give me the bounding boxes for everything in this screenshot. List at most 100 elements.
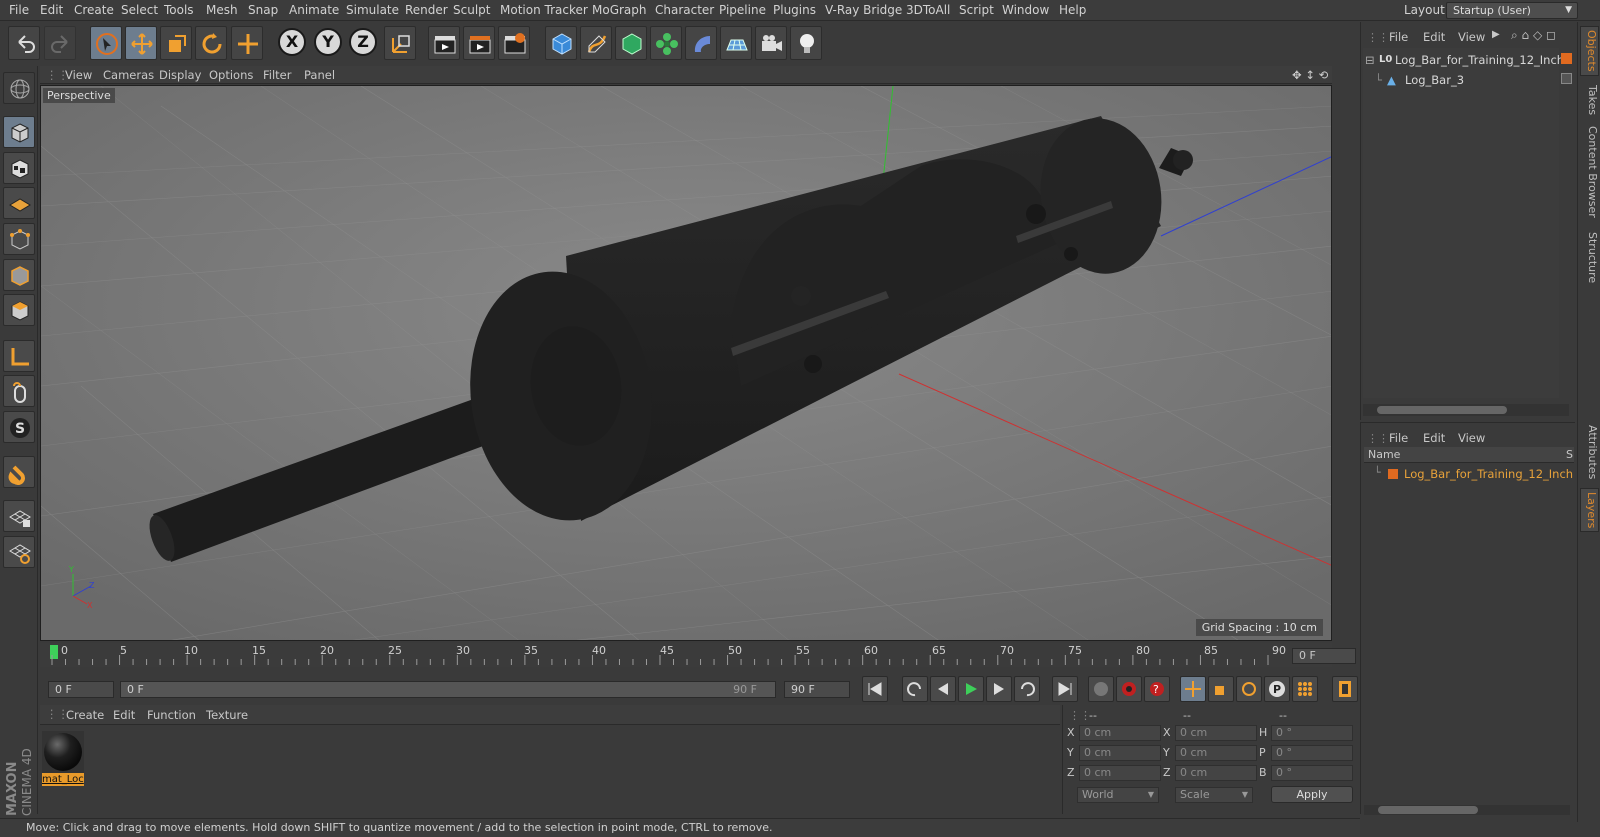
size-mode-select[interactable]: Scale ▼: [1175, 787, 1253, 803]
render-view-button[interactable]: [428, 26, 460, 60]
menu-sculpt[interactable]: Sculpt: [453, 3, 490, 17]
key-pla-button[interactable]: [1292, 676, 1318, 702]
material-swatch[interactable]: mat_Loc: [42, 731, 84, 787]
workplane-mode-button[interactable]: [3, 187, 35, 219]
viewport-camera-label[interactable]: Perspective: [43, 88, 115, 103]
menu-simulate[interactable]: Simulate: [346, 3, 399, 17]
size-x-field[interactable]: 0 cm: [1175, 725, 1257, 741]
cloner-button[interactable]: [650, 26, 682, 60]
previous-key-button[interactable]: [902, 676, 928, 702]
rotate-tool-button[interactable]: [195, 26, 227, 60]
material-menu-function[interactable]: Function: [147, 708, 196, 722]
tab-takes[interactable]: Takes: [1580, 82, 1599, 118]
drag-handle-icon[interactable]: ⋮⋮: [1069, 709, 1091, 722]
chevron-right-icon[interactable]: ▶: [1492, 29, 1500, 40]
scrollbar-thumb[interactable]: [1377, 406, 1507, 414]
layout-select[interactable]: Startup (User) ▼: [1446, 2, 1578, 19]
coordinate-system-button[interactable]: [384, 26, 416, 60]
planar-workplane-button[interactable]: [3, 536, 35, 568]
object-row[interactable]: └ ▲ Log_Bar_3: [1363, 70, 1559, 90]
object-row[interactable]: ⊟ L0 Log_Bar_for_Training_12_Inch: [1363, 50, 1564, 70]
edges-mode-button[interactable]: [3, 259, 35, 291]
pos-y-field[interactable]: 0 cm: [1079, 745, 1161, 761]
timeline-layout-button[interactable]: [1332, 676, 1358, 702]
snap-button[interactable]: [3, 456, 35, 488]
pen-spline-button[interactable]: [580, 26, 612, 60]
viewport-menu-view[interactable]: View: [65, 68, 92, 82]
menu-help[interactable]: Help: [1059, 3, 1086, 17]
menu-character[interactable]: Character: [655, 3, 714, 17]
layer-color-swatch[interactable]: [1388, 469, 1398, 479]
viewport-menu-panel[interactable]: Panel: [304, 68, 335, 82]
menu-mesh[interactable]: Mesh: [206, 3, 238, 17]
menu-snap[interactable]: Snap: [248, 3, 278, 17]
drag-handle-icon[interactable]: ⋮⋮: [1367, 432, 1389, 445]
viewport-menu-filter[interactable]: Filter: [263, 68, 291, 82]
texture-mode-button[interactable]: [3, 152, 35, 184]
menu-render[interactable]: Render: [405, 3, 448, 17]
pos-x-field[interactable]: 0 cm: [1079, 725, 1161, 741]
menu-plugins[interactable]: Plugins: [773, 3, 816, 17]
menu-tools[interactable]: Tools: [164, 3, 194, 17]
coordinate-mode-select[interactable]: World ▼: [1077, 787, 1159, 803]
collapse-icon[interactable]: ⊟: [1365, 50, 1375, 70]
menu-vray-bridge[interactable]: V-Ray Bridge: [825, 3, 902, 17]
layer-scrollbar[interactable]: [1364, 805, 1570, 815]
menu-file[interactable]: File: [9, 3, 29, 17]
render-to-picture-viewer-button[interactable]: [463, 26, 495, 60]
solo-button[interactable]: S: [3, 411, 35, 443]
rot-b-field[interactable]: 0 °: [1271, 765, 1353, 781]
scrollbar-thumb[interactable]: [1378, 806, 1478, 814]
viewport-menu-cameras[interactable]: Cameras: [103, 68, 154, 82]
undo-button[interactable]: [8, 26, 40, 60]
current-frame-field[interactable]: 0 F: [1292, 648, 1356, 664]
material-menu-texture[interactable]: Texture: [206, 708, 248, 722]
go-to-start-button[interactable]: [862, 676, 888, 702]
next-key-button[interactable]: [1014, 676, 1040, 702]
x-axis-lock-button[interactable]: X: [278, 28, 306, 56]
material-menu-edit[interactable]: Edit: [113, 708, 135, 722]
drag-handle-icon[interactable]: ⋮⋮: [1367, 31, 1389, 44]
tab-structure[interactable]: Structure: [1580, 228, 1599, 288]
axis-mode-button[interactable]: [3, 340, 35, 372]
light-button[interactable]: [790, 26, 822, 60]
menu-script[interactable]: Script: [959, 3, 994, 17]
frame-range-slider[interactable]: 0 F 90 F: [120, 681, 776, 698]
locked-workplane-button[interactable]: [3, 500, 35, 532]
previous-frame-button[interactable]: [930, 676, 956, 702]
start-frame-field[interactable]: 0 F: [48, 681, 114, 698]
cube-object-button[interactable]: [545, 26, 577, 60]
viewport-menu-display[interactable]: Display: [159, 68, 201, 82]
object-menu-view[interactable]: View: [1458, 30, 1485, 44]
go-to-end-button[interactable]: [1052, 676, 1078, 702]
menu-animate[interactable]: Animate: [289, 3, 339, 17]
rot-p-field[interactable]: 0 °: [1271, 745, 1353, 761]
play-button[interactable]: [958, 676, 984, 702]
rot-h-field[interactable]: 0 °: [1271, 725, 1353, 741]
layer-color-tag[interactable]: [1561, 53, 1572, 64]
scale-tool-button[interactable]: [160, 26, 192, 60]
menu-motion-tracker[interactable]: Motion Tracker: [500, 3, 588, 17]
apply-button[interactable]: Apply: [1271, 786, 1353, 803]
object-manager-nav-icons[interactable]: ⌕ ⌂ ◇ ◻: [1511, 28, 1556, 43]
material-menu-create[interactable]: Create: [66, 708, 104, 722]
subdivision-button[interactable]: [615, 26, 647, 60]
z-axis-lock-button[interactable]: Z: [349, 28, 377, 56]
menu-pipeline[interactable]: Pipeline: [719, 3, 766, 17]
material-tag-icon[interactable]: [1561, 73, 1572, 84]
viewport-menu-options[interactable]: Options: [209, 68, 253, 82]
points-mode-button[interactable]: [3, 223, 35, 255]
model-mode-button[interactable]: [3, 116, 35, 148]
record-active-button[interactable]: [1116, 676, 1142, 702]
tab-objects[interactable]: Objects: [1580, 26, 1599, 76]
size-y-field[interactable]: 0 cm: [1175, 745, 1257, 761]
object-menu-file[interactable]: File: [1389, 30, 1408, 44]
menu-edit[interactable]: Edit: [40, 3, 63, 17]
record-keys-button[interactable]: [1088, 676, 1114, 702]
tab-attributes[interactable]: Attributes: [1580, 422, 1599, 482]
menu-mograph[interactable]: MoGraph: [592, 3, 647, 17]
deformer-button[interactable]: [685, 26, 717, 60]
floor-button[interactable]: [720, 26, 752, 60]
object-scrollbar[interactable]: [1363, 404, 1569, 416]
y-axis-lock-button[interactable]: Y: [314, 28, 342, 56]
